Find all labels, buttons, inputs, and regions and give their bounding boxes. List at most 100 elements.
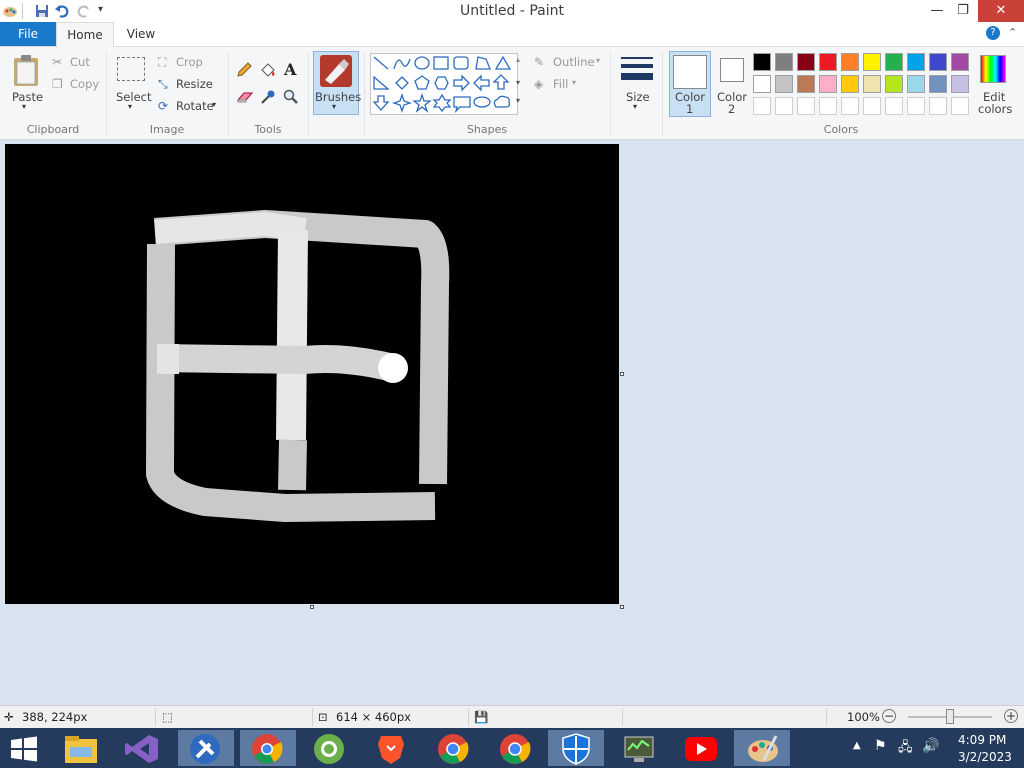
custom-color-slot[interactable] (907, 97, 925, 115)
paste-button[interactable]: Paste (12, 90, 43, 104)
tab-view[interactable]: View (116, 22, 166, 46)
drawing-canvas[interactable] (5, 144, 619, 604)
paint-taskbar-icon[interactable] (746, 732, 780, 766)
save-icon[interactable] (34, 3, 50, 19)
color-swatch[interactable] (797, 53, 815, 71)
file-explorer-icon[interactable] (62, 733, 100, 765)
paste-dropdown-icon[interactable]: ▾ (22, 102, 26, 111)
help-icon[interactable]: ? (986, 26, 1000, 40)
chrome-second-profile-icon[interactable] (498, 732, 532, 766)
close-button[interactable]: ✕ (978, 0, 1024, 22)
custom-color-slot[interactable] (885, 97, 903, 115)
build-tools-icon[interactable] (188, 732, 222, 766)
custom-color-slot[interactable] (863, 97, 881, 115)
show-hidden-icons-icon[interactable]: ▲ (853, 740, 861, 751)
brave-browser-icon[interactable] (376, 732, 406, 766)
select-dropdown-icon[interactable]: ▾ (128, 102, 132, 111)
resize-handle-corner[interactable] (620, 605, 624, 609)
color-swatch[interactable] (929, 53, 947, 71)
select-button[interactable]: Select (116, 90, 151, 104)
brushes-dropdown-icon[interactable]: ▾ (332, 102, 336, 111)
edit-colors-icon[interactable] (980, 55, 1006, 83)
custom-color-slot[interactable] (819, 97, 837, 115)
custom-color-slot[interactable] (951, 97, 969, 115)
color-swatch[interactable] (753, 75, 771, 93)
fill-bucket-icon[interactable] (259, 62, 277, 78)
clock-date[interactable]: 3/2/2023 (958, 750, 1012, 764)
chrome-profile-icon[interactable] (436, 732, 470, 766)
color-swatch[interactable] (907, 75, 925, 93)
paste-icon[interactable] (12, 54, 40, 88)
resize-handle-bottom[interactable] (310, 605, 314, 609)
zoom-slider-thumb[interactable] (946, 709, 954, 724)
resize-button[interactable]: Resize (176, 77, 213, 91)
coccoc-browser-icon[interactable] (312, 732, 346, 766)
shapes-scroll-up-icon[interactable]: ▴ (516, 55, 520, 64)
windows-start-icon[interactable] (10, 736, 38, 762)
visual-studio-icon[interactable] (124, 733, 160, 765)
shapes-scroll-down-icon[interactable]: ▾ (516, 78, 520, 87)
magnifier-icon[interactable] (283, 89, 299, 105)
outline-button[interactable]: Outline (553, 55, 595, 69)
redo-icon[interactable] (76, 3, 92, 19)
color-swatch[interactable] (753, 53, 771, 71)
eraser-icon[interactable] (236, 90, 254, 104)
fill-button[interactable]: Fill (553, 77, 568, 91)
size-dropdown-icon[interactable]: ▾ (633, 102, 637, 111)
size-icon[interactable] (619, 55, 655, 85)
color-swatch[interactable] (907, 53, 925, 71)
action-center-flag-icon[interactable]: ⚑ (874, 738, 887, 754)
select-icon[interactable] (117, 57, 145, 81)
color-swatch[interactable] (841, 53, 859, 71)
shapes-more-icon[interactable]: ▾ (516, 96, 520, 105)
color2-swatch[interactable] (720, 58, 744, 82)
color-swatch[interactable] (841, 75, 859, 93)
youtube-icon[interactable] (684, 736, 718, 762)
tab-home[interactable]: Home (56, 22, 114, 47)
outline-dropdown-icon[interactable]: ▾ (596, 56, 600, 65)
customize-quick-access-icon[interactable]: ▾ (98, 4, 103, 15)
chrome-icon[interactable] (250, 732, 284, 766)
color-swatch[interactable] (885, 53, 903, 71)
undo-icon[interactable] (54, 3, 70, 19)
rotate-button[interactable]: Rotate (176, 99, 214, 113)
ribbon-minimize-icon[interactable]: ⌃ (1008, 26, 1017, 39)
custom-color-slot[interactable] (775, 97, 793, 115)
cut-button[interactable]: Cut (70, 55, 90, 69)
color-swatch[interactable] (775, 75, 793, 93)
network-icon[interactable]: 🖧 (898, 738, 913, 760)
custom-color-slot[interactable] (929, 97, 947, 115)
color-picker-icon[interactable] (260, 89, 276, 105)
size-button[interactable]: Size (626, 90, 650, 104)
color-swatch[interactable] (929, 75, 947, 93)
task-manager-icon[interactable] (622, 732, 656, 766)
rotate-dropdown-icon[interactable]: ▾ (212, 100, 216, 109)
color-swatch[interactable] (951, 53, 969, 71)
color-swatch[interactable] (797, 75, 815, 93)
color-swatch[interactable] (863, 75, 881, 93)
status-separator (155, 708, 156, 726)
custom-color-slot[interactable] (841, 97, 859, 115)
maximize-button[interactable]: ❐ (948, 0, 978, 22)
zoom-out-button[interactable]: − (882, 709, 896, 723)
color-swatch[interactable] (951, 75, 969, 93)
fill-dropdown-icon[interactable]: ▾ (572, 78, 576, 87)
windows-security-icon[interactable] (560, 732, 592, 766)
crop-button[interactable]: Crop (176, 55, 203, 69)
volume-icon[interactable]: 🔊 (922, 738, 939, 754)
custom-color-slot[interactable] (797, 97, 815, 115)
custom-color-slot[interactable] (753, 97, 771, 115)
color-swatch[interactable] (863, 53, 881, 71)
zoom-in-button[interactable]: + (1004, 709, 1018, 723)
tab-file[interactable]: File (0, 22, 56, 46)
color-swatch[interactable] (819, 53, 837, 71)
resize-handle-right[interactable] (620, 372, 624, 376)
color-swatch[interactable] (885, 75, 903, 93)
text-tool-icon[interactable]: A (284, 60, 296, 79)
clock-time[interactable]: 4:09 PM (958, 733, 1006, 747)
paint-app-icon[interactable] (2, 3, 18, 19)
color-swatch[interactable] (775, 53, 793, 71)
copy-button[interactable]: Copy (70, 77, 99, 91)
pencil-icon[interactable] (236, 62, 252, 78)
color-swatch[interactable] (819, 75, 837, 93)
